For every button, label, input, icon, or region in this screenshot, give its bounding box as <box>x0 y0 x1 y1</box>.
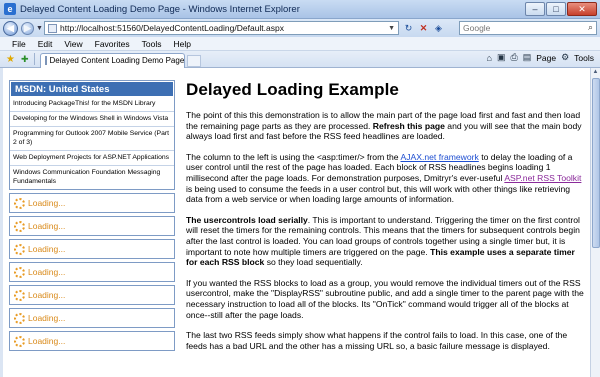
window-title: Delayed Content Loading Demo Page - Wind… <box>20 3 300 15</box>
window-controls: – □ ✕ <box>525 2 597 16</box>
page-viewport: MSDN: United States Introducing PackageT… <box>0 68 590 377</box>
menu-favorites[interactable]: Favorites <box>95 39 130 49</box>
page-icon <box>48 23 57 33</box>
loading-block: Loading... <box>9 308 175 328</box>
menu-help[interactable]: Help <box>173 39 190 49</box>
loading-label: Loading... <box>28 336 66 346</box>
loading-spinner-icon <box>14 197 25 209</box>
feed-item[interactable]: Introducing PackageThis! for the MSDN Li… <box>10 97 174 112</box>
rss-sidebar: MSDN: United States Introducing PackageT… <box>9 80 175 351</box>
loading-spinner-icon <box>14 266 25 278</box>
loading-spinner-icon <box>14 312 25 324</box>
feed-item[interactable]: Windows Communication Foundation Messagi… <box>10 166 174 189</box>
forward-button[interactable]: ▶ <box>21 21 34 35</box>
loading-block: Loading... <box>9 285 175 305</box>
close-button[interactable]: ✕ <box>567 2 597 16</box>
loading-label: Loading... <box>28 244 66 254</box>
msdn-feed-block: MSDN: United States Introducing PackageT… <box>9 80 175 190</box>
rss-toolkit-link[interactable]: ASP.net RSS Toolkit <box>504 173 581 183</box>
loading-label: Loading... <box>28 290 66 300</box>
home-icon[interactable]: ⌂ <box>487 53 492 63</box>
tab-page-icon <box>44 56 47 65</box>
new-tab-button[interactable] <box>186 54 201 67</box>
feed-item[interactable]: Programming for Outlook 2007 Mobile Serv… <box>10 127 174 151</box>
address-dropdown-icon[interactable]: ▼ <box>388 25 395 32</box>
address-tools: ↻ ✕ ◈ <box>402 22 445 34</box>
vertical-scrollbar[interactable]: ▲ <box>590 68 600 377</box>
menu-tools[interactable]: Tools <box>142 39 162 49</box>
search-placeholder: Google <box>463 23 491 33</box>
loading-blocks: Loading... Loading... Loading... Loading...… <box>9 193 175 351</box>
add-favorites-icon[interactable]: ✚ <box>21 54 29 65</box>
main-content: Delayed Loading Example The point of thi… <box>186 80 586 361</box>
loading-spinner-icon <box>14 220 25 232</box>
back-button[interactable]: ◀ <box>3 20 18 36</box>
page-title: Delayed Loading Example <box>186 80 399 99</box>
loading-label: Loading... <box>28 198 66 208</box>
scroll-up-icon[interactable]: ▲ <box>591 68 600 77</box>
ajax-net-link[interactable]: AJAX.net framework <box>400 152 478 162</box>
address-field[interactable]: http://localhost:51560/DelayedContentLoa… <box>44 21 399 35</box>
tools-menu-button[interactable]: Tools <box>574 53 594 63</box>
loading-spinner-icon <box>14 289 25 301</box>
ie-icon: e <box>4 3 16 15</box>
refresh-icon[interactable]: ↻ <box>402 22 415 34</box>
window-title-bar: e Delayed Content Loading Demo Page - Wi… <box>0 0 600 19</box>
loading-block: Loading... <box>9 216 175 236</box>
loading-label: Loading... <box>28 313 66 323</box>
print-icon[interactable]: ⎙ <box>511 52 518 63</box>
feed-item[interactable]: Web Deployment Projects for ASP.NET Appl… <box>10 151 174 166</box>
menu-file[interactable]: File <box>12 39 26 49</box>
paragraph-failure: The last two RSS feeds simply show what … <box>186 330 568 351</box>
tab-label: Delayed Content Loading Demo Page <box>49 56 185 65</box>
loading-block: Loading... <box>9 239 175 259</box>
address-toolbar: ◀ ▶ ▼ http://localhost:51560/DelayedCont… <box>0 19 600 37</box>
tab-active[interactable]: Delayed Content Loading Demo Page <box>39 52 185 68</box>
loading-block: Loading... <box>9 262 175 282</box>
paragraph-serial: The usercontrols load serially. This is … <box>186 214 580 268</box>
feeds-icon[interactable]: ▣ <box>497 52 506 63</box>
loading-block: Loading... <box>9 193 175 213</box>
loading-spinner-icon <box>14 243 25 255</box>
msdn-feed-header: MSDN: United States <box>10 81 174 97</box>
loading-block: Loading... <box>9 331 175 351</box>
paragraph-timer: The column to the left is using the <asp… <box>186 151 582 205</box>
menu-view[interactable]: View <box>64 39 82 49</box>
maximize-button[interactable]: □ <box>546 2 566 16</box>
menu-edit[interactable]: Edit <box>38 39 53 49</box>
url-text: http://localhost:51560/DelayedContentLoa… <box>60 23 284 33</box>
page-menu-icon: ▤ <box>522 52 532 62</box>
command-bar: ⌂ ▣ ⎙ ▤ Page ⚙ Tools <box>487 52 594 63</box>
paragraph-group: If you wanted the RSS blocks to load as … <box>186 277 584 320</box>
feed-item[interactable]: Developing for the Windows Shell in Wind… <box>10 112 174 127</box>
tab-separator <box>33 53 35 65</box>
minimize-button[interactable]: – <box>525 2 545 16</box>
menu-bar: File Edit View Favorites Tools Help <box>0 37 600 51</box>
tools-gear-icon: ⚙ <box>561 52 570 62</box>
loading-spinner-icon <box>14 335 25 347</box>
favorites-star-icon[interactable]: ★ <box>6 54 15 65</box>
history-dropdown-icon[interactable]: ▼ <box>36 25 43 32</box>
paragraph-intro: The point of this this demonstration is … <box>186 110 582 142</box>
page-menu-button[interactable]: Page <box>536 53 556 63</box>
live-search-icon[interactable]: ◈ <box>432 22 445 34</box>
loading-label: Loading... <box>28 267 66 277</box>
search-input[interactable]: Google ⌕ <box>459 21 597 35</box>
stop-icon[interactable]: ✕ <box>417 22 430 34</box>
scroll-thumb[interactable] <box>592 78 600 248</box>
loading-label: Loading... <box>28 221 66 231</box>
search-icon[interactable]: ⌕ <box>588 22 593 33</box>
